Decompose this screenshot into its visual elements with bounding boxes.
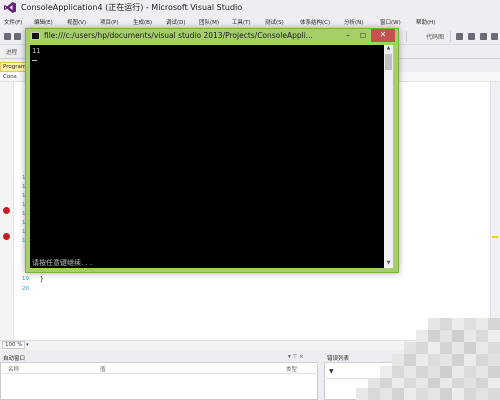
step-into-icon[interactable] bbox=[468, 33, 475, 40]
close-button[interactable]: ✕ bbox=[371, 29, 395, 42]
autos-panel-controls[interactable]: ▾ ⊤ × bbox=[288, 354, 304, 360]
chevron-down-icon[interactable]: ▾ bbox=[26, 342, 29, 348]
scrollbar-thumb[interactable] bbox=[385, 54, 392, 70]
scroll-up-icon[interactable]: ▲ bbox=[384, 45, 393, 53]
maximize-button[interactable]: ☐ bbox=[356, 31, 370, 42]
menu-build[interactable]: 生成(B) bbox=[133, 18, 152, 26]
scrollbar-marker bbox=[492, 236, 498, 238]
navigation-dropdown[interactable]: Cons bbox=[3, 74, 17, 80]
divider bbox=[0, 373, 318, 374]
zoom-level-dropdown[interactable]: 100 % bbox=[2, 341, 26, 349]
menu-view[interactable]: 视图(V) bbox=[67, 18, 86, 26]
back-icon[interactable] bbox=[4, 33, 11, 40]
menu-window[interactable]: 窗口(W) bbox=[380, 18, 401, 26]
window-title: ConsoleApplication4 (正在运行) - Microsoft V… bbox=[21, 3, 243, 12]
autos-panel-title: 自动窗口 bbox=[3, 356, 26, 362]
console-app-icon bbox=[31, 32, 40, 40]
visual-studio-logo-icon bbox=[4, 2, 16, 13]
breakpoint-marker[interactable] bbox=[3, 207, 10, 214]
menu-help[interactable]: 帮助(H) bbox=[416, 18, 435, 26]
column-header-type[interactable]: 类型 bbox=[286, 365, 297, 373]
step-out-icon[interactable] bbox=[480, 33, 487, 40]
document-tab-program[interactable]: Program bbox=[0, 62, 26, 72]
autos-panel-header bbox=[0, 353, 318, 363]
menu-test[interactable]: 测试(S) bbox=[265, 18, 284, 26]
console-window-title: file:///c:/users/hp/documents/visual stu… bbox=[44, 31, 313, 40]
editor-vertical-scrollbar[interactable] bbox=[490, 82, 500, 340]
menu-analyze[interactable]: 分析(N) bbox=[344, 18, 363, 26]
menu-project[interactable]: 项目(P) bbox=[100, 18, 119, 26]
breakpoint-marker[interactable] bbox=[3, 233, 10, 240]
filter-icon[interactable]: ▼ bbox=[329, 368, 337, 376]
console-vertical-scrollbar[interactable] bbox=[384, 45, 393, 268]
toolbar-separator bbox=[450, 31, 451, 42]
console-output-area[interactable] bbox=[30, 45, 393, 268]
error-list-title: 错误列表 bbox=[327, 356, 350, 362]
column-header-value[interactable]: 值 bbox=[100, 365, 106, 373]
menu-architecture[interactable]: 体系结构(C) bbox=[300, 18, 330, 26]
hex-icon[interactable] bbox=[491, 33, 498, 40]
column-header-name[interactable]: 名称 bbox=[8, 365, 19, 373]
menu-bar: 文件(F) 编辑(E) 视图(V) 项目(P) 生成(B) 调试(D) 团队(M… bbox=[0, 15, 500, 29]
forward-icon[interactable] bbox=[14, 33, 21, 40]
menu-file[interactable]: 文件(F) bbox=[4, 18, 22, 26]
process-label: 进程 bbox=[6, 50, 18, 56]
minimize-button[interactable]: – bbox=[340, 31, 356, 42]
console-cursor bbox=[32, 60, 37, 61]
menu-debug[interactable]: 调试(D) bbox=[166, 18, 186, 26]
code-line: } bbox=[40, 276, 44, 283]
scroll-down-icon[interactable]: ▼ bbox=[384, 260, 393, 268]
line-number: 20 bbox=[22, 286, 29, 292]
menu-tools[interactable]: 工具(T) bbox=[232, 18, 251, 26]
step-over-icon[interactable] bbox=[456, 33, 463, 40]
menu-team[interactable]: 团队(M) bbox=[199, 18, 219, 26]
console-output-line: 11 bbox=[32, 47, 41, 55]
menu-edit[interactable]: 编辑(E) bbox=[34, 18, 53, 26]
code-map-button[interactable]: 代码图 bbox=[426, 32, 444, 41]
toolbar-separator bbox=[406, 31, 407, 42]
line-number: 19 bbox=[22, 276, 29, 282]
console-output-line: 请按任意键继续. . . bbox=[32, 259, 93, 267]
